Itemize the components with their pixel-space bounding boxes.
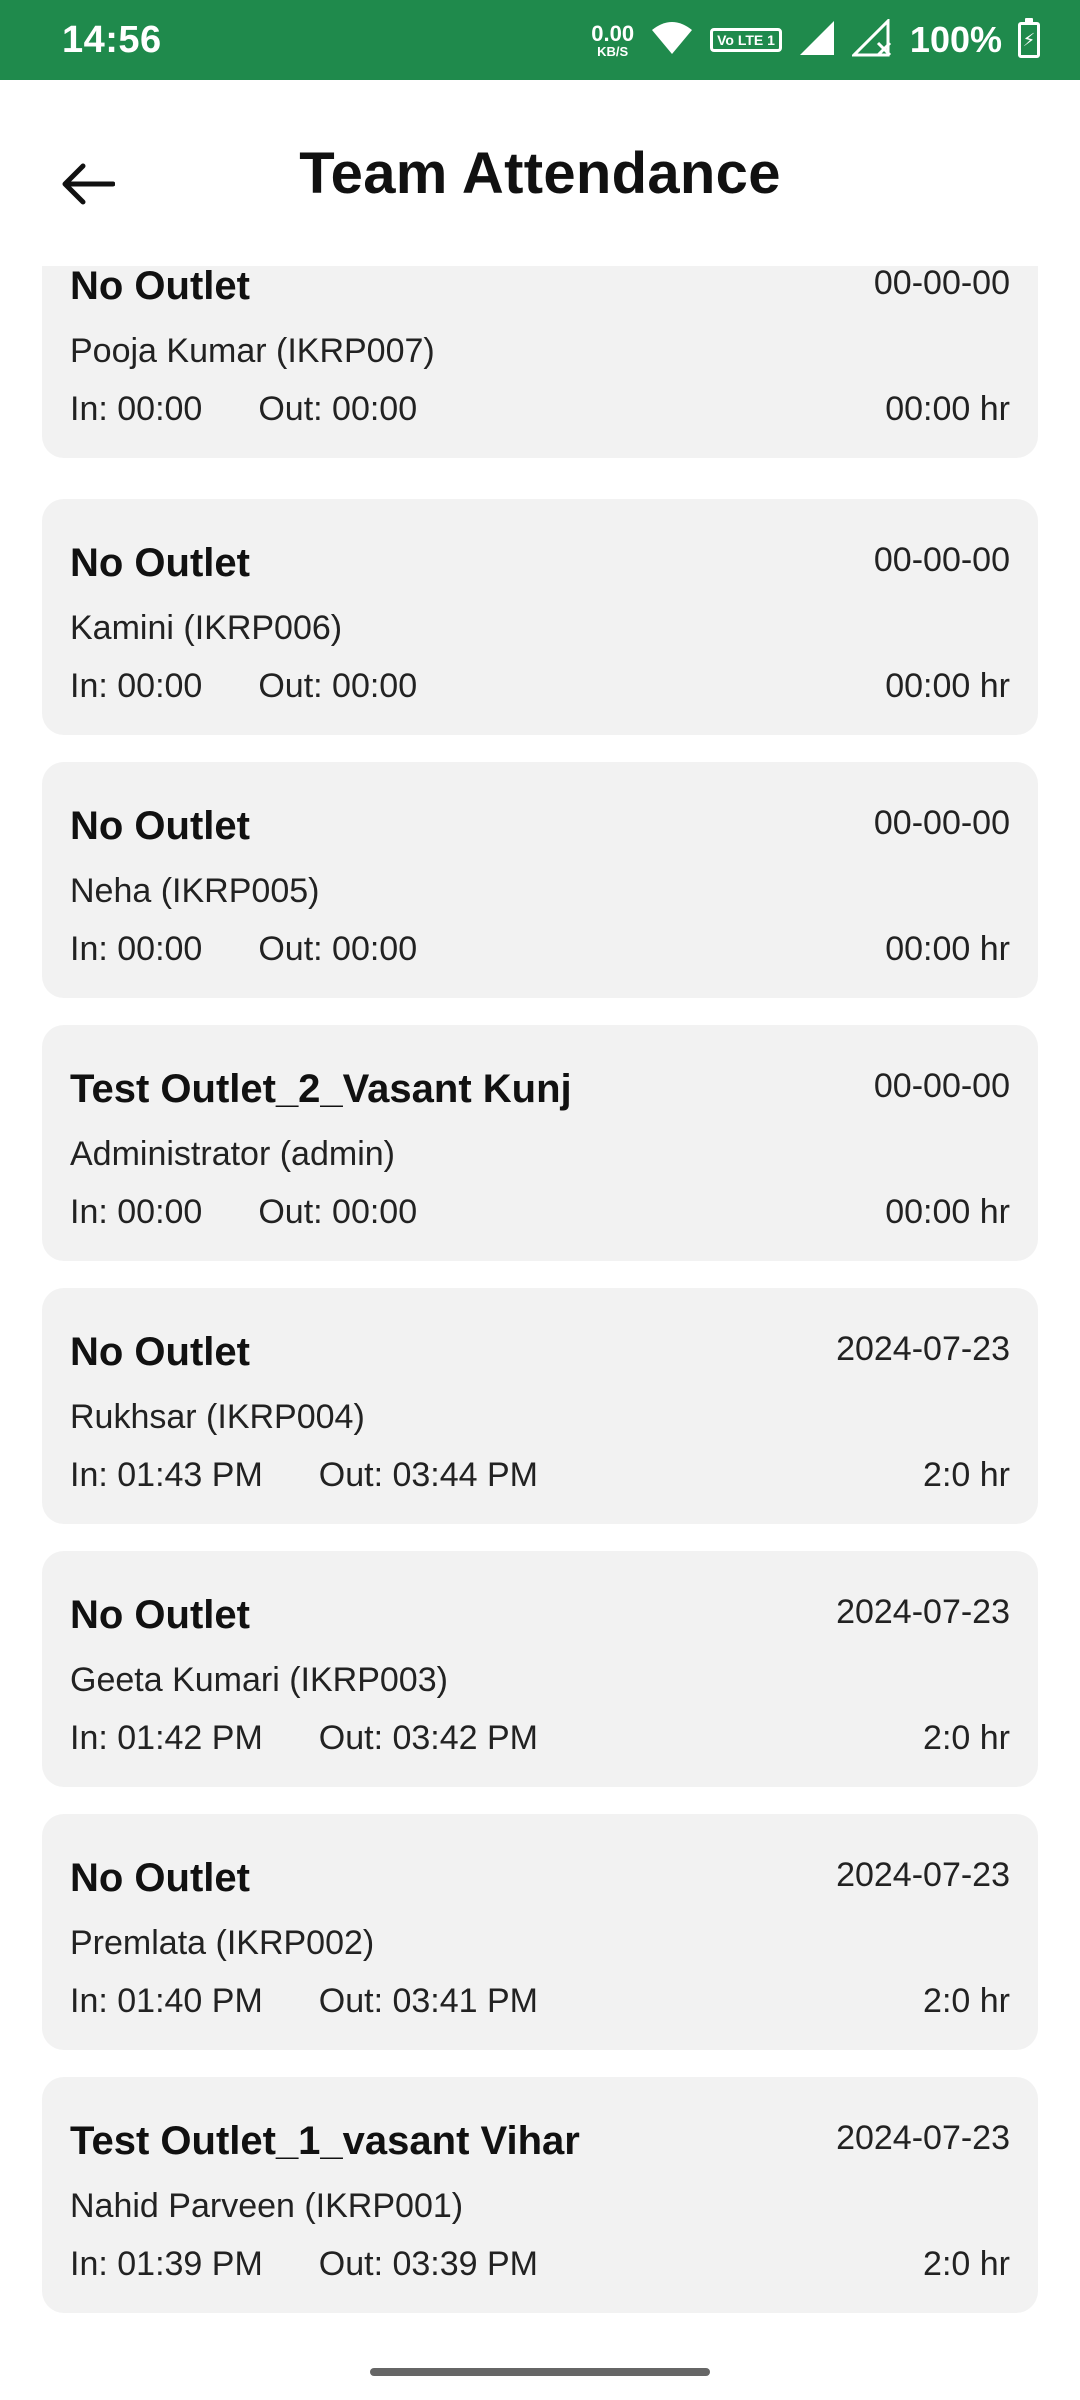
battery-percent: 100% <box>909 19 1002 60</box>
out-time: Out: 03:44 PM <box>318 1456 539 1494</box>
outlet-name: No Outlet <box>70 266 250 308</box>
signal-icon <box>798 19 836 62</box>
in-time: In: 01:39 PM <box>70 2245 263 2283</box>
in-time: In: 00:00 <box>70 930 203 968</box>
in-out-times: In: 00:00 Out: 00:00 <box>70 1193 417 1232</box>
volte-icon: Vo LTE 1 <box>710 28 782 52</box>
attendance-card[interactable]: Test Outlet_2_Vasant Kunj 00-00-00 Admin… <box>42 1025 1038 1261</box>
outlet-name: Test Outlet_2_Vasant Kunj <box>70 1067 572 1111</box>
total-hours: 2:0 hr <box>923 1719 1010 1757</box>
employee-name: Pooja Kumar (IKRP007) <box>70 332 435 370</box>
status-bar: 14:56 0.00 KB/S Vo LTE 1 100% ⚡ <box>0 0 1080 80</box>
in-out-times: In: 01:39 PM Out: 03:39 PM <box>70 2245 538 2284</box>
status-icons: 0.00 KB/S Vo LTE 1 100% ⚡ <box>591 16 1040 62</box>
in-out-times: In: 01:43 PM Out: 03:44 PM <box>70 1456 538 1495</box>
outlet-name: No Outlet <box>70 1330 250 1374</box>
in-time: In: 01:43 PM <box>70 1456 263 1494</box>
in-time: In: 00:00 <box>70 667 203 705</box>
out-time: Out: 00:00 <box>258 390 418 428</box>
total-hours: 2:0 hr <box>923 1982 1010 2020</box>
attendance-card[interactable]: No Outlet 2024-07-23 Premlata (IKRP002) … <box>42 1814 1038 2050</box>
attendance-card[interactable]: No Outlet 00-00-00 Pooja Kumar (IKRP007)… <box>42 266 1038 458</box>
employee-name: Administrator (admin) <box>70 1135 395 1173</box>
network-speed: 0.00 KB/S <box>591 20 635 59</box>
employee-name: Premlata (IKRP002) <box>70 1924 375 1962</box>
total-hours: 2:0 hr <box>923 2245 1010 2283</box>
attendance-date: 2024-07-23 <box>836 2119 1010 2157</box>
in-out-times: In: 00:00 Out: 00:00 <box>70 667 417 706</box>
in-out-times: In: 01:42 PM Out: 03:42 PM <box>70 1719 538 1758</box>
employee-name: Geeta Kumari (IKRP003) <box>70 1661 448 1699</box>
network-speed-value: 0.00 <box>591 20 635 46</box>
employee-name: Rukhsar (IKRP004) <box>70 1398 365 1436</box>
attendance-card[interactable]: Test Outlet_1_vasant Vihar 2024-07-23 Na… <box>42 2077 1038 2313</box>
employee-name: Kamini (IKRP006) <box>70 609 343 647</box>
out-time: Out: 00:00 <box>258 667 418 705</box>
attendance-date: 00-00-00 <box>873 1067 1010 1105</box>
outlet-name: No Outlet <box>70 1593 250 1637</box>
page-title: Team Attendance <box>299 141 781 206</box>
home-indicator[interactable] <box>370 2368 710 2376</box>
employee-name: Neha (IKRP005) <box>70 872 320 910</box>
in-time: In: 00:00 <box>70 1193 203 1231</box>
attendance-date: 2024-07-23 <box>836 1593 1010 1631</box>
attendance-date: 00-00-00 <box>873 541 1010 579</box>
attendance-card[interactable]: No Outlet 2024-07-23 Geeta Kumari (IKRP0… <box>42 1551 1038 1787</box>
total-hours: 00:00 hr <box>885 667 1010 705</box>
in-time: In: 00:00 <box>70 390 203 428</box>
attendance-date: 2024-07-23 <box>836 1330 1010 1368</box>
outlet-name: No Outlet <box>70 804 250 848</box>
total-hours: 00:00 hr <box>885 1193 1010 1231</box>
in-time: In: 01:40 PM <box>70 1982 263 2020</box>
out-time: Out: 03:39 PM <box>318 2245 539 2283</box>
app-header: Team Attendance <box>0 80 1080 266</box>
attendance-date: 00-00-00 <box>873 804 1010 842</box>
attendance-card[interactable]: No Outlet 00-00-00 Kamini (IKRP006) In: … <box>42 499 1038 735</box>
outlet-name: Test Outlet_1_vasant Vihar <box>70 2119 580 2163</box>
status-time: 14:56 <box>62 18 162 61</box>
out-time: Out: 00:00 <box>258 930 418 968</box>
in-out-times: In: 01:40 PM Out: 03:41 PM <box>70 1982 538 2021</box>
total-hours: 00:00 hr <box>885 390 1010 428</box>
attendance-date: 2024-07-23 <box>836 1856 1010 1894</box>
in-out-times: In: 00:00 Out: 00:00 <box>70 390 417 429</box>
signal-x-icon <box>850 16 894 62</box>
total-hours: 2:0 hr <box>923 1456 1010 1494</box>
in-time: In: 01:42 PM <box>70 1719 263 1757</box>
total-hours: 00:00 hr <box>885 930 1010 968</box>
attendance-list[interactable]: No Outlet 00-00-00 Pooja Kumar (IKRP007)… <box>0 266 1080 2326</box>
outlet-name: No Outlet <box>70 1856 250 1900</box>
out-time: Out: 00:00 <box>258 1193 418 1231</box>
battery-charging-icon: ⚡ <box>1018 18 1040 58</box>
attendance-date: 00-00-00 <box>873 266 1010 302</box>
attendance-card[interactable]: No Outlet 2024-07-23 Rukhsar (IKRP004) I… <box>42 1288 1038 1524</box>
out-time: Out: 03:42 PM <box>318 1719 539 1757</box>
out-time: Out: 03:41 PM <box>318 1982 539 2020</box>
outlet-name: No Outlet <box>70 541 250 585</box>
attendance-card[interactable]: No Outlet 00-00-00 Neha (IKRP005) In: 00… <box>42 762 1038 998</box>
wifi-icon <box>650 20 694 61</box>
employee-name: Nahid Parveen (IKRP001) <box>70 2187 464 2225</box>
in-out-times: In: 00:00 Out: 00:00 <box>70 930 417 969</box>
network-speed-unit: KB/S <box>597 43 629 59</box>
